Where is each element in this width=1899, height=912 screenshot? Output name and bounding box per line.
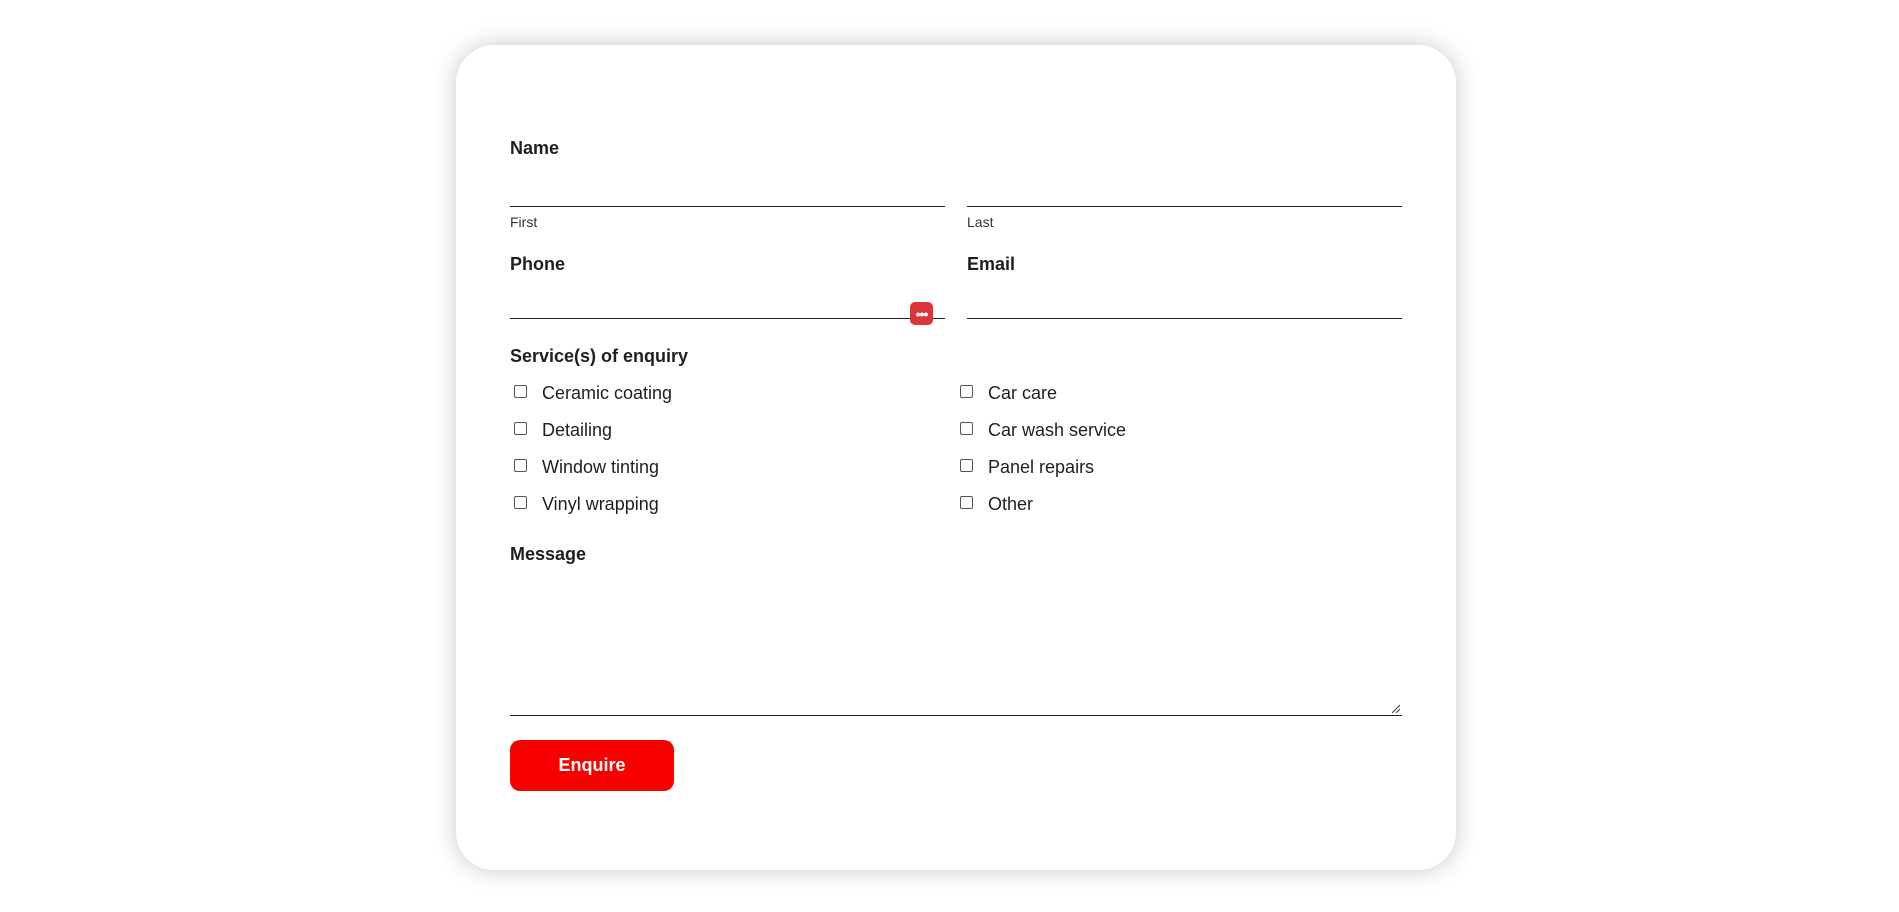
- service-option-detailing[interactable]: Detailing: [510, 412, 956, 449]
- service-option-other[interactable]: Other: [956, 486, 1402, 523]
- service-option-window-tinting[interactable]: Window tinting: [510, 449, 956, 486]
- enquiry-form: Name First Last Phone ••• Email Service(…: [510, 137, 1402, 791]
- password-manager-icon[interactable]: •••: [910, 302, 933, 325]
- service-option-label: Other: [988, 494, 1034, 514]
- checkbox[interactable]: [514, 459, 527, 472]
- service-option-ceramic-coating[interactable]: Ceramic coating: [510, 375, 956, 412]
- name-row: First Last: [510, 173, 1402, 231]
- name-label: Name: [510, 138, 560, 158]
- phone-input[interactable]: [510, 285, 945, 319]
- phone-label: Phone: [510, 254, 566, 274]
- checkbox[interactable]: [960, 422, 973, 435]
- checkbox[interactable]: [960, 496, 973, 509]
- services-left-col: Ceramic coating Detailing Window tinting…: [510, 375, 956, 523]
- last-name-sublabel: Last: [967, 214, 994, 230]
- message-label: Message: [510, 544, 587, 564]
- services-checkbox-group: Ceramic coating Detailing Window tinting…: [510, 375, 1402, 523]
- phone-field-wrap: •••: [510, 285, 945, 325]
- service-option-label: Detailing: [542, 420, 613, 440]
- email-label: Email: [967, 254, 1016, 274]
- enquiry-form-card: Name First Last Phone ••• Email Service(…: [456, 45, 1456, 870]
- email-input[interactable]: [967, 285, 1402, 319]
- service-option-label: Panel repairs: [988, 457, 1095, 477]
- service-option-label: Car care: [988, 383, 1058, 403]
- checkbox[interactable]: [960, 459, 973, 472]
- first-name-input[interactable]: [510, 173, 945, 207]
- phone-col: Phone •••: [510, 253, 945, 325]
- checkbox[interactable]: [514, 496, 527, 509]
- service-option-vinyl-wrapping[interactable]: Vinyl wrapping: [510, 486, 956, 523]
- services-label: Service(s) of enquiry: [510, 346, 689, 366]
- service-option-label: Vinyl wrapping: [542, 494, 659, 514]
- service-option-label: Car wash service: [988, 420, 1127, 440]
- first-name-sublabel: First: [510, 214, 538, 230]
- service-option-label: Window tinting: [542, 457, 660, 477]
- contact-row: Phone ••• Email: [510, 253, 1402, 325]
- checkbox[interactable]: [960, 385, 973, 398]
- last-name-col: Last: [967, 173, 1402, 231]
- last-name-input[interactable]: [967, 173, 1402, 207]
- email-col: Email: [967, 253, 1402, 319]
- service-option-car-care[interactable]: Car care: [956, 375, 1402, 412]
- first-name-col: First: [510, 173, 945, 231]
- enquire-button[interactable]: Enquire: [510, 740, 674, 791]
- services-right-col: Car care Car wash service Panel repairs …: [956, 375, 1402, 523]
- service-option-label: Ceramic coating: [542, 383, 673, 403]
- service-option-car-wash-service[interactable]: Car wash service: [956, 412, 1402, 449]
- resize-grip-icon[interactable]: [1391, 704, 1400, 713]
- checkbox[interactable]: [514, 385, 527, 398]
- service-option-panel-repairs[interactable]: Panel repairs: [956, 449, 1402, 486]
- checkbox[interactable]: [514, 422, 527, 435]
- message-textarea[interactable]: [510, 579, 1402, 716]
